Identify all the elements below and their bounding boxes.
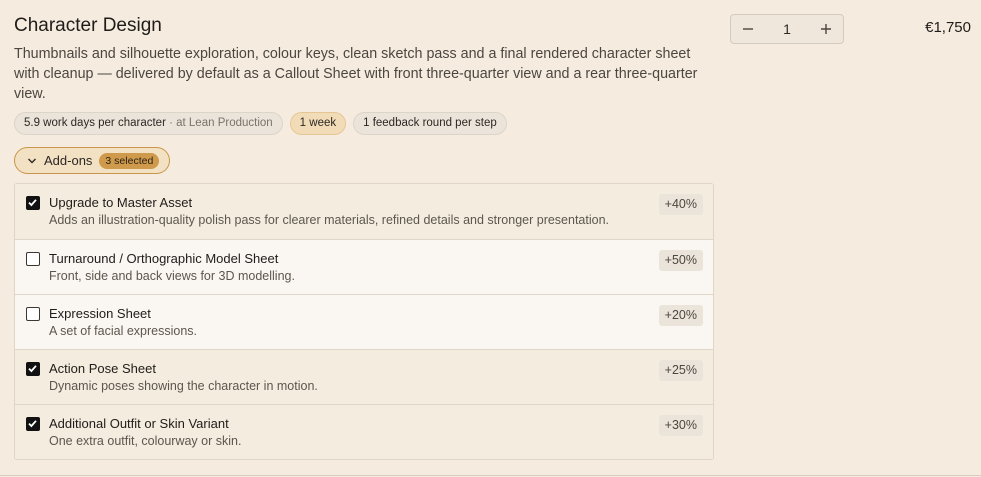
addon-percent-badge: +40% xyxy=(658,194,703,215)
addon-checkbox[interactable] xyxy=(26,307,40,321)
addon-checkbox[interactable] xyxy=(26,362,40,376)
decrement-button[interactable] xyxy=(733,15,763,43)
work-days-tag: 5.9 work days per character · at Lean Pr… xyxy=(14,112,283,135)
addon-percent-badge: +50% xyxy=(658,250,703,271)
quantity-input[interactable] xyxy=(761,15,813,43)
addon-description: A set of facial expressions. xyxy=(49,324,197,338)
addon-row[interactable]: Turnaround / Orthographic Model Sheet Fr… xyxy=(15,239,713,294)
increment-button[interactable] xyxy=(811,15,841,43)
addon-row[interactable]: Expression Sheet A set of facial express… xyxy=(15,294,713,349)
addon-row[interactable]: Upgrade to Master Asset Adds an illustra… xyxy=(15,184,713,239)
addon-description: Front, side and back views for 3D modell… xyxy=(49,269,295,283)
check-icon xyxy=(28,199,37,207)
addon-name: Upgrade to Master Asset xyxy=(49,195,193,210)
addon-description: Dynamic poses showing the character in m… xyxy=(49,379,318,393)
addon-percent-badge: +25% xyxy=(658,360,703,381)
feedback-tag: 1 feedback round per step xyxy=(353,112,507,135)
check-icon xyxy=(28,420,37,428)
item-description: Thumbnails and silhouette exploration, c… xyxy=(14,46,698,102)
addon-row[interactable]: Additional Outfit or Skin Variant One ex… xyxy=(15,404,713,459)
addons-selected-badge: 3 selected xyxy=(99,152,160,169)
item-title: Character Design xyxy=(14,15,162,36)
addons-toggle-button[interactable]: Add-ons 3 selected xyxy=(14,147,171,174)
addon-name: Turnaround / Orthographic Model Sheet xyxy=(49,251,279,266)
addon-description: Adds an illustration-quality polish pass… xyxy=(49,213,610,227)
addon-name: Expression Sheet xyxy=(49,306,151,321)
chevron-down-icon xyxy=(28,158,36,163)
addons-toggle-label: Add-ons xyxy=(44,153,93,168)
addon-percent-badge: +20% xyxy=(658,305,703,326)
addon-name: Additional Outfit or Skin Variant xyxy=(49,416,229,431)
divider xyxy=(0,475,981,476)
addon-list: Upgrade to Master Asset Adds an illustra… xyxy=(14,183,714,460)
addon-name: Action Pose Sheet xyxy=(49,361,156,376)
tag-row: 5.9 work days per character · at Lean Pr… xyxy=(14,112,507,135)
duration-tag: 1 week xyxy=(289,112,347,135)
work-days-suffix: · at Lean Production xyxy=(165,117,273,129)
addon-checkbox[interactable] xyxy=(26,196,40,210)
addon-checkbox[interactable] xyxy=(26,417,40,431)
quantity-stepper xyxy=(730,14,844,44)
work-days-value: 5.9 work days per character xyxy=(24,117,166,129)
addon-checkbox[interactable] xyxy=(26,252,40,266)
service-item-card: Character Design Thumbnails and silhouet… xyxy=(0,0,981,477)
check-icon xyxy=(28,365,37,373)
minus-icon xyxy=(743,28,753,30)
addon-percent-badge: +30% xyxy=(658,415,703,436)
plus-icon xyxy=(821,24,831,34)
item-price: €1,750 xyxy=(925,19,971,36)
addon-description: One extra outfit, colourway or skin. xyxy=(49,434,242,448)
addon-row[interactable]: Action Pose Sheet Dynamic poses showing … xyxy=(15,349,713,404)
